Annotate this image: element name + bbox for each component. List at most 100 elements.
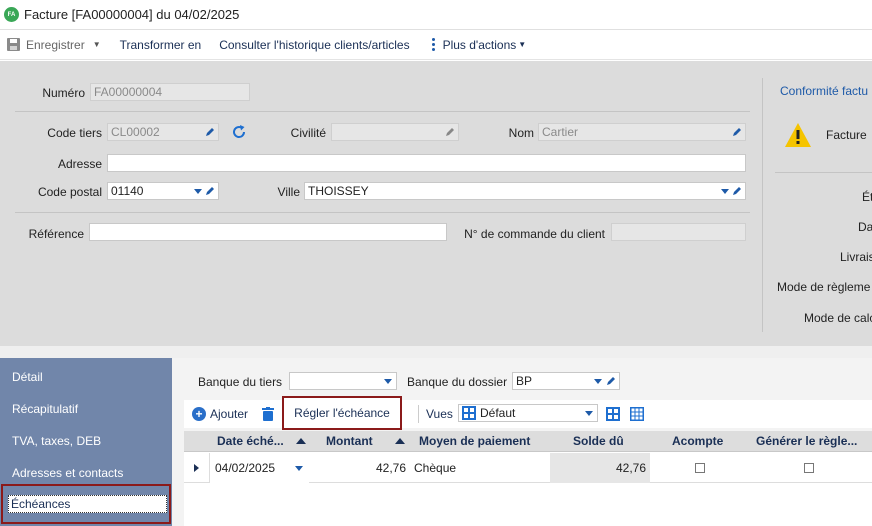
acompte-checkbox[interactable] (695, 463, 705, 473)
reference-label: Référence (28, 227, 84, 241)
grid-view-icon (462, 406, 476, 420)
pencil-icon[interactable] (205, 127, 215, 137)
chevron-down-icon (585, 411, 593, 416)
civilite-label: Civilité (290, 126, 326, 140)
mode-reglement-label: Mode de règleme (777, 280, 871, 294)
window-title: Facture [FA00000004] du 04/02/2025 (24, 7, 240, 22)
pencil-icon[interactable] (606, 376, 616, 386)
separator (15, 212, 750, 213)
more-actions-label: Plus d'actions (442, 37, 517, 52)
echeances-grid: Date éché... Montant Moyen de paiement S… (184, 431, 872, 526)
banque-dossier-value: BP (516, 374, 533, 388)
adresse-input[interactable] (107, 154, 746, 172)
code-tiers-field[interactable]: CL00002 (107, 123, 219, 141)
history-button[interactable]: Consulter l'historique clients/articles (219, 30, 409, 60)
cell-montant[interactable]: 42,76 (310, 453, 410, 483)
chevron-down-icon (384, 379, 392, 384)
caret-down-icon[interactable]: ▼ (93, 40, 101, 49)
civilite-field (331, 123, 459, 141)
transform-button[interactable]: Transformer en (120, 30, 202, 60)
numero-field: FA00000004 (90, 83, 250, 101)
code-postal-value: 01140 (111, 184, 144, 198)
code-postal-select[interactable]: 01140 (107, 182, 219, 200)
etat-label: Ét (862, 190, 872, 204)
commande-field (611, 223, 746, 241)
code-tiers-label: Code tiers (47, 126, 102, 140)
warning-icon (785, 123, 811, 147)
column-header-acompte[interactable]: Acompte (672, 434, 723, 448)
chevron-down-icon[interactable] (721, 189, 729, 194)
banque-dossier-select[interactable]: BP (512, 372, 620, 390)
chevron-down-icon (594, 379, 602, 384)
numero-label: Numéro (42, 86, 85, 100)
ville-select[interactable]: THOISSEY (304, 182, 746, 200)
pencil-icon[interactable] (732, 186, 742, 196)
banque-tiers-select[interactable] (289, 372, 397, 390)
toolbar-divider (418, 405, 419, 423)
grid-toolbar: + Ajouter Régler l'échéance Vues Défaut (184, 396, 872, 430)
separator (775, 172, 872, 173)
code-postal-label: Code postal (37, 185, 102, 199)
pencil-icon (445, 127, 455, 137)
save-label: Enregistrer (26, 37, 85, 52)
invoice-header-form: Numéro FA00000004 Code tiers CL00002 Civ… (0, 61, 872, 346)
livraison-label: Livrais (840, 250, 872, 264)
column-header-generer[interactable]: Générer le règle... (756, 434, 857, 448)
conformity-link[interactable]: Conformité factu (780, 84, 868, 98)
grid-layout-icon[interactable] (630, 407, 644, 421)
trash-icon[interactable] (262, 407, 274, 421)
date-label: Da (858, 220, 872, 234)
configure-grid-icon[interactable] (606, 407, 620, 421)
commande-label: N° de commande du client (464, 227, 605, 241)
chevron-down-icon[interactable] (194, 189, 202, 194)
ville-value: THOISSEY (308, 184, 369, 198)
column-header-date[interactable]: Date éché... (217, 434, 284, 448)
add-button[interactable]: + Ajouter (192, 407, 248, 421)
mode-calcul-label: Mode de calc (804, 311, 872, 325)
app-badge-icon: FA (4, 7, 19, 22)
more-actions-button[interactable]: Plus d'actions ▼ (431, 30, 527, 60)
nav-item-echeances-label: Échéances (8, 495, 167, 513)
section-nav: Détail Récapitulatif TVA, taxes, DEB Adr… (0, 358, 172, 526)
sort-asc-icon[interactable] (296, 438, 306, 444)
vues-value: Défaut (480, 406, 516, 420)
echeances-panel: Banque du tiers Banque du dossier BP + A… (172, 358, 872, 526)
nom-value: Cartier (542, 125, 579, 139)
code-tiers-value: CL00002 (111, 125, 160, 139)
sort-asc-icon[interactable] (395, 438, 405, 444)
cell-generer (756, 453, 872, 483)
refresh-icon[interactable] (230, 123, 248, 141)
nav-item-tva[interactable]: TVA, taxes, DEB (12, 434, 101, 448)
add-label: Ajouter (210, 407, 249, 421)
nav-item-echeances[interactable]: Échéances (1, 484, 171, 524)
table-row[interactable]: 04/02/2025 42,76 Chèque 42,76 (184, 453, 872, 483)
column-header-montant[interactable]: Montant (326, 434, 373, 448)
nav-item-recapitulatif[interactable]: Récapitulatif (12, 402, 78, 416)
pencil-icon[interactable] (205, 186, 215, 196)
cell-solde: 42,76 (550, 453, 650, 483)
panel-divider (762, 78, 763, 332)
vues-select[interactable]: Défaut (458, 404, 598, 422)
nav-item-adresses[interactable]: Adresses et contacts (12, 466, 123, 480)
banque-tiers-label: Banque du tiers (198, 375, 283, 389)
grid-header: Date éché... Montant Moyen de paiement S… (184, 431, 872, 452)
toolbar: Enregistrer ▼ Transformer en Consulter l… (0, 30, 872, 60)
separator (15, 111, 750, 112)
pencil-icon[interactable] (732, 127, 742, 137)
caret-down-icon: ▼ (518, 40, 527, 49)
column-header-solde[interactable]: Solde dû (573, 434, 624, 448)
warning-text: Facture (826, 128, 867, 142)
nom-label: Nom (508, 126, 534, 140)
generer-checkbox[interactable] (804, 463, 814, 473)
chevron-down-icon[interactable] (295, 466, 303, 471)
nom-field[interactable]: Cartier (538, 123, 746, 141)
regler-echeance-button[interactable]: Régler l'échéance (282, 396, 402, 430)
vues-label: Vues (426, 407, 453, 421)
reference-input[interactable] (89, 223, 447, 241)
cell-moyen[interactable]: Chèque (414, 453, 564, 483)
save-button[interactable]: Enregistrer ▼ (7, 30, 101, 60)
nav-item-detail[interactable]: Détail (12, 370, 43, 384)
column-header-moyen[interactable]: Moyen de paiement (419, 434, 530, 448)
cell-date[interactable]: 04/02/2025 (209, 453, 309, 483)
kebab-icon (431, 38, 435, 51)
